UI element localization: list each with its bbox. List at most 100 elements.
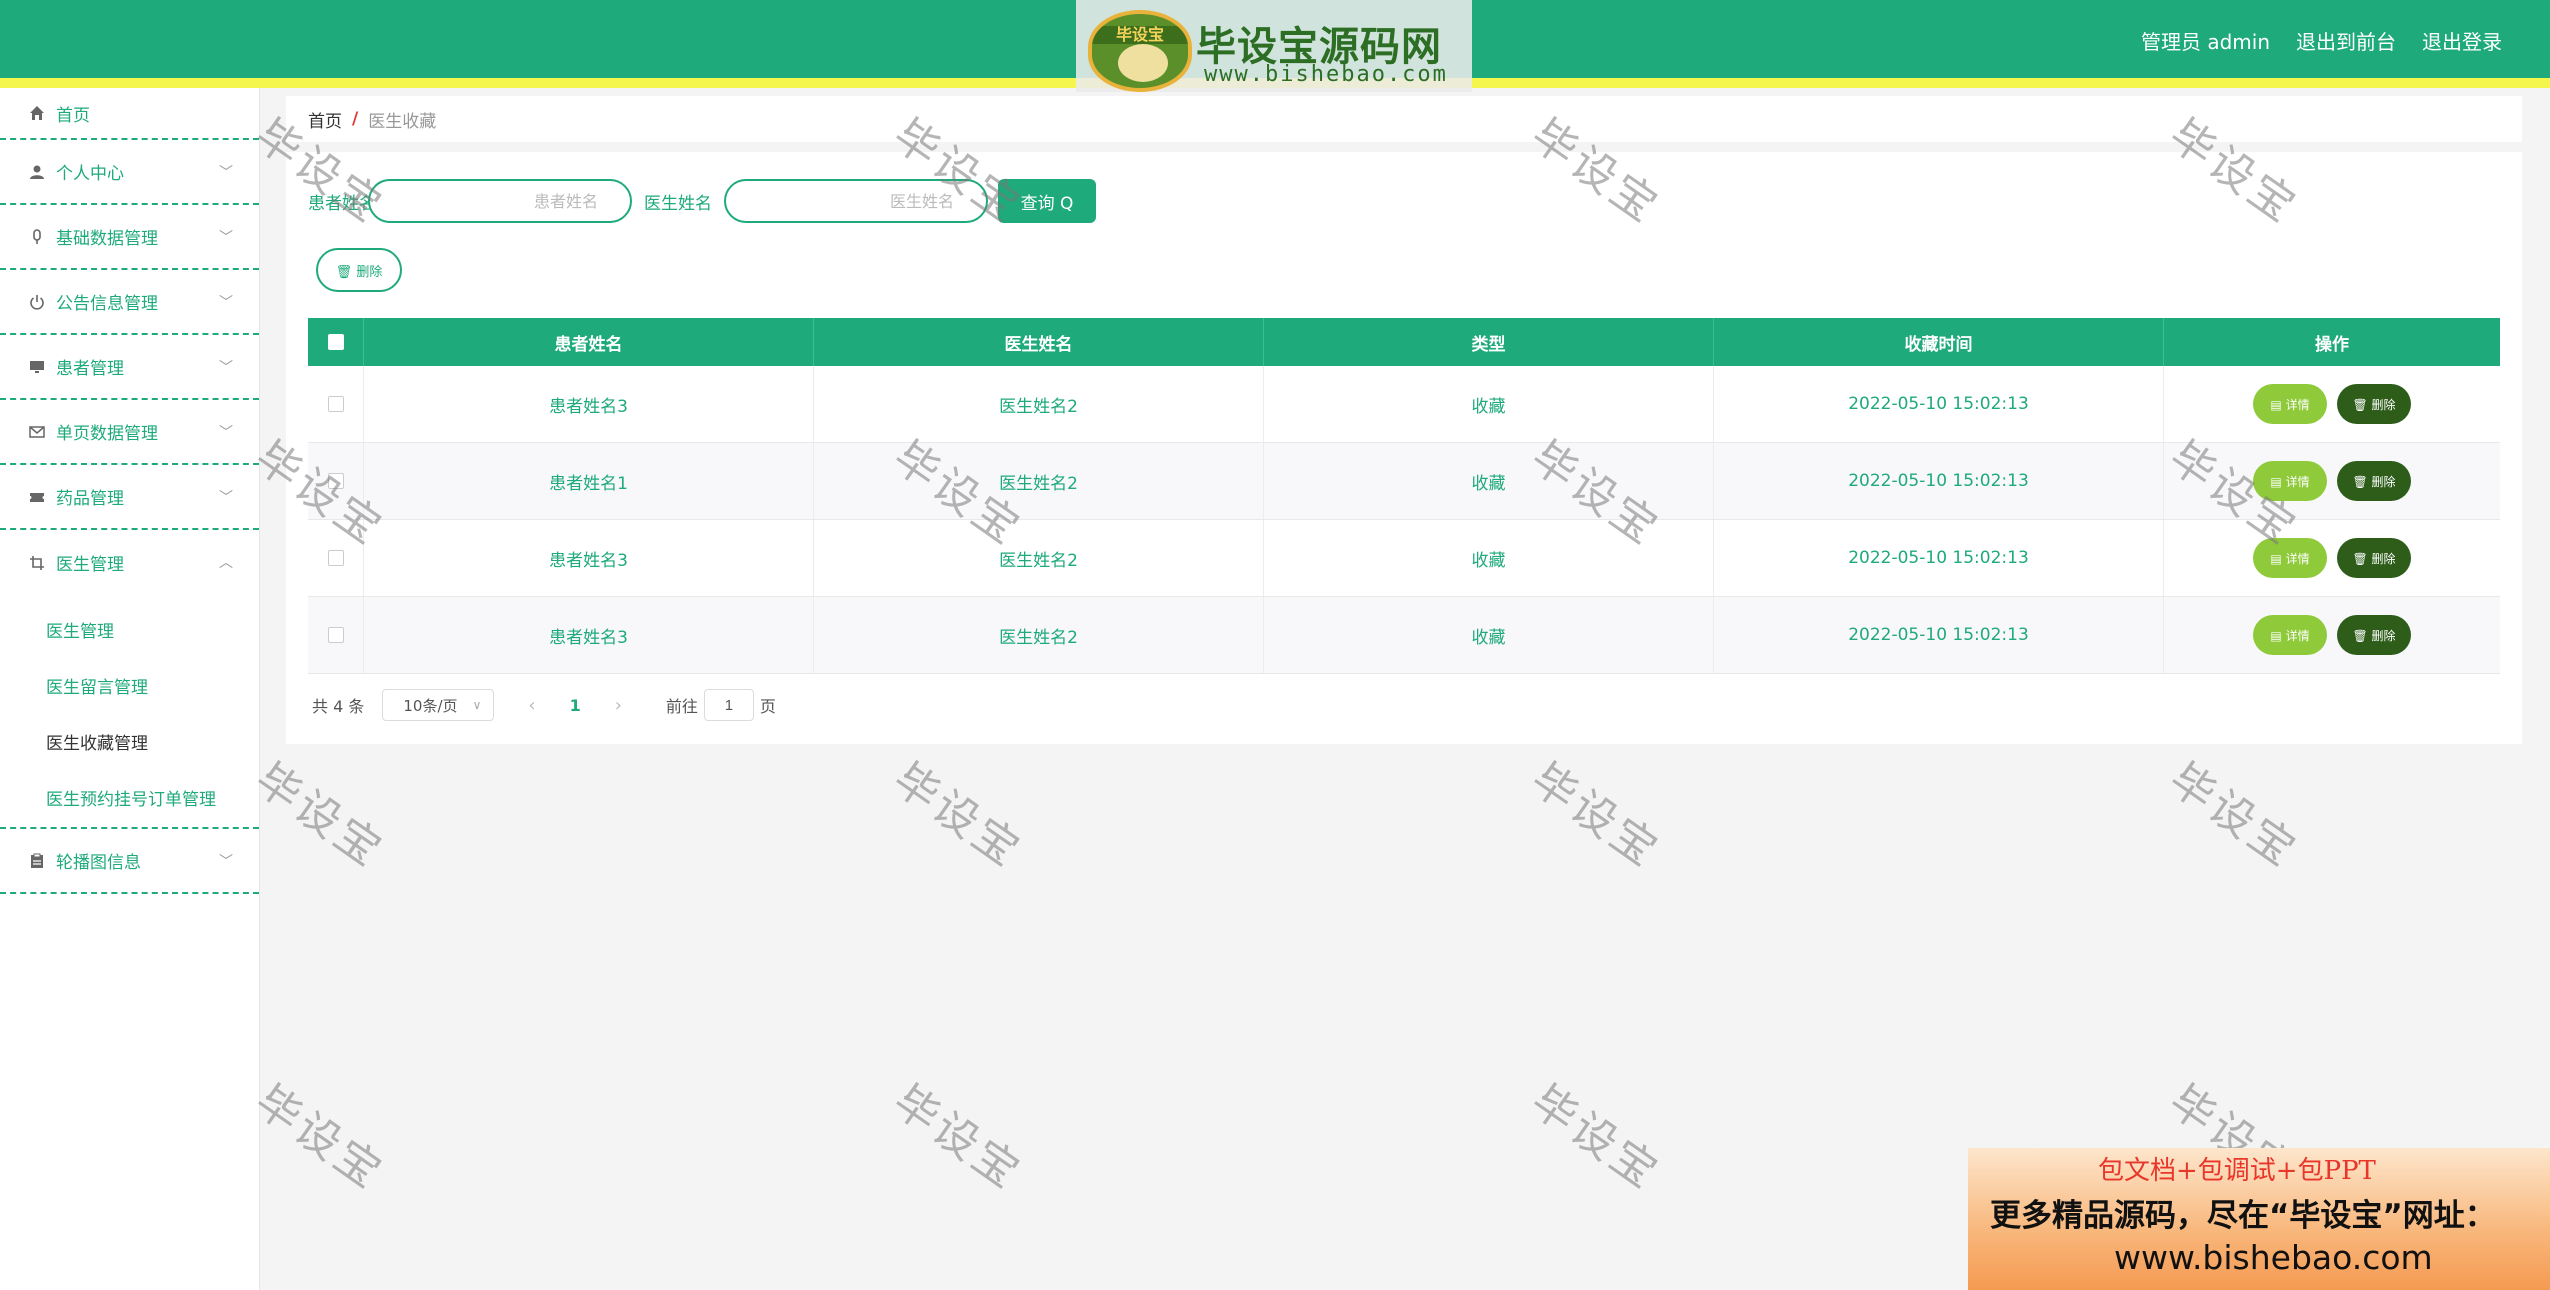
delete-button[interactable]: 🗑 删除 [2337,384,2411,424]
clipboard-icon [28,852,46,870]
sidebar-item-label: 基础数据管理 [56,229,158,249]
row-checkbox[interactable] [327,550,344,566]
admin-label: 管理员 admin [2140,30,2270,54]
cell-time: 2022-05-10 15:02:13 [1714,597,2164,673]
sidebar-item-patient[interactable]: 患者管理 ﹀ [0,335,259,400]
watermark: 毕设宝 [883,753,1032,878]
chevron-down-icon: ﹀ [219,165,233,181]
batch-delete-label: 删除 [356,264,383,280]
sidebar-item-personal[interactable]: 个人中心 ﹀ [0,140,259,205]
sidebar-item-carousel[interactable]: 轮播图信息 ﹀ [0,829,259,894]
delete-button[interactable]: 🗑 删除 [2337,615,2411,655]
chevron-down-icon: ﹀ [219,490,233,506]
ad-line-3: www.bishebao.com [2114,1238,2433,1277]
sidebar-item-label: 医生管理 [56,555,124,575]
chevron-down-icon: ﹀ [219,425,233,441]
sidebar-item-single-page[interactable]: 单页数据管理 ﹀ [0,400,259,465]
batch-delete-button[interactable]: 🗑 删除 [316,248,402,292]
sidebar-item-basic-data[interactable]: 基础数据管理 ﹀ [0,205,259,270]
prev-page-icon[interactable]: ‹ [528,695,535,716]
header-type: 类型 [1264,318,1714,366]
delete-button[interactable]: 🗑 删除 [2337,538,2411,578]
sidebar-item-label: 药品管理 [56,489,124,509]
cell-patient: 患者姓名3 [364,366,814,442]
mail-icon [28,423,46,441]
top-right-links: 管理员 admin 退出到前台 退出登录 [2141,26,2502,55]
query-button[interactable]: 查询 Q [998,179,1096,223]
doctor-name-input[interactable] [724,179,988,223]
row-checkbox[interactable] [327,473,344,489]
patient-name-input[interactable] [368,179,632,223]
cell-patient: 患者姓名3 [364,597,814,673]
detail-button[interactable]: ▤ 详情 [2253,538,2327,578]
logo-badge-text: 毕设宝 [1092,26,1188,44]
next-page-icon[interactable]: › [615,695,622,716]
row-checkbox[interactable] [327,627,344,643]
sidebar-item-label: 公告信息管理 [56,294,158,314]
chevron-down-icon: ﹀ [219,360,233,376]
patient-name-label: 患者姓名 [308,193,376,214]
crop-icon [28,554,46,572]
breadcrumb-home[interactable]: 首页 [308,107,342,132]
detail-button[interactable]: ▤ 详情 [2253,461,2327,501]
table-row: 患者姓名3 医生姓名2 收藏 2022-05-10 15:02:13 ▤ 详情 … [308,597,2500,674]
cell-actions: ▤ 详情 🗑 删除 [2164,520,2500,596]
watermark: 毕设宝 [1521,1075,1670,1200]
current-page-number[interactable]: 1 [570,696,581,715]
sidebar-item-label: 轮播图信息 [56,853,141,873]
cell-doctor: 医生姓名2 [814,366,1264,442]
header-patient: 患者姓名 [364,318,814,366]
select-all-checkbox[interactable] [327,334,344,350]
row-checkbox[interactable] [327,396,344,412]
chevron-down-icon: ∨ [472,698,482,712]
pagination: 共 4 条 10条/页 ∨ ‹ 1 › 前往 页 [312,688,776,722]
select-all-cell [308,318,364,366]
watermark: 毕设宝 [2159,753,2308,878]
submenu-doctor-manage[interactable]: 医生管理 [0,601,259,657]
submenu-doctor-message[interactable]: 医生留言管理 [0,657,259,713]
page-unit-label: 页 [759,697,776,716]
cell-patient: 患者姓名3 [364,520,814,596]
sidebar-item-home[interactable]: 首页 [0,88,259,140]
sidebar-item-medicine[interactable]: 药品管理 ﹀ [0,465,259,530]
sidebar-item-notice[interactable]: 公告信息管理 ﹀ [0,270,259,335]
logout-link[interactable]: 退出登录 [2422,26,2502,55]
cell-doctor: 医生姓名2 [814,520,1264,596]
submenu-doctor-favorite[interactable]: 医生收藏管理 [0,713,259,769]
detail-button[interactable]: ▤ 详情 [2253,615,2327,655]
breadcrumb-separator: / [352,109,359,129]
cell-time: 2022-05-10 15:02:13 [1714,366,2164,442]
table-row: 患者姓名1 医生姓名2 收藏 2022-05-10 15:02:13 ▤ 详情 … [308,443,2500,520]
cell-actions: ▤ 详情 🗑 删除 [2164,443,2500,519]
page-size-select[interactable]: 10条/页 ∨ [382,689,495,721]
delete-button[interactable]: 🗑 删除 [2337,461,2411,501]
cell-type: 收藏 [1264,366,1714,442]
sidebar: 首页 个人中心 ﹀ 基础数据管理 ﹀ 公告信息管理 ﹀ 患者管理 ﹀ 单页数据管… [0,88,260,1290]
sidebar-item-doctor[interactable]: 医生管理 ︿ [0,530,259,595]
breadcrumb: 首页 / 医生收藏 [286,96,2522,142]
frontend-link[interactable]: 退出到前台 [2296,26,2396,55]
favorites-table: 患者姓名 医生姓名 类型 收藏时间 操作 患者姓名3 医生姓名2 收藏 2022… [308,318,2500,674]
power-icon [28,293,46,311]
doctor-name-label: 医生姓名 [644,193,712,214]
cell-doctor: 医生姓名2 [814,443,1264,519]
watermark: 毕设宝 [245,1075,394,1200]
goto-page-input[interactable] [703,689,754,721]
ad-line-1: 包文档+包调试+包PPT [2098,1156,2376,1186]
ad-banner[interactable]: 包文档+包调试+包PPT 更多精品源码，尽在“毕设宝”网址： www.bishe… [1968,1148,2550,1290]
cell-type: 收藏 [1264,520,1714,596]
doctor-submenu: 医生管理 医生留言管理 医生收藏管理 医生预约挂号订单管理 [0,595,259,829]
sidebar-item-label: 首页 [56,105,90,126]
submenu-doctor-appointment[interactable]: 医生预约挂号订单管理 [0,769,259,825]
home-icon [28,104,46,122]
mic-icon [28,228,46,246]
chevron-up-icon: ︿ [219,555,233,571]
chevron-down-icon: ﹀ [219,854,233,870]
watermark: 毕设宝 [1521,753,1670,878]
page-size-value: 10条/页 [403,696,458,715]
header-actions: 操作 [2315,334,2349,355]
detail-button[interactable]: ▤ 详情 [2253,384,2327,424]
cell-time: 2022-05-10 15:02:13 [1714,443,2164,519]
logo-badge-icon: 毕设宝 [1088,10,1192,92]
cell-patient: 患者姓名1 [364,443,814,519]
